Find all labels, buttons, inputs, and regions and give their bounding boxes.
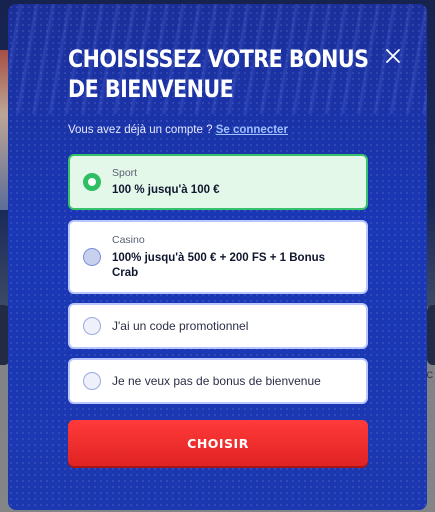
option-category-sport: Sport — [112, 167, 138, 179]
close-icon — [386, 49, 400, 63]
background-card-right — [427, 305, 435, 365]
modal-title-line2: DE BIENVENUE — [68, 75, 234, 103]
bonus-option-no-bonus[interactable]: Je ne veux pas de bonus de bienvenue — [68, 358, 368, 404]
bonus-option-casino[interactable]: Casino 100% jusqu'à 500 € + 200 FS + 1 B… — [68, 220, 368, 294]
option-text-no-bonus: Je ne veux pas de bonus de bienvenue — [112, 374, 321, 388]
close-button[interactable] — [383, 46, 403, 66]
radio-promo-code[interactable] — [83, 317, 101, 335]
choose-button[interactable]: CHOISIR — [68, 420, 368, 466]
option-text-sport: 100 % jusqu'à 100 € — [112, 184, 220, 196]
bonus-option-promo-code[interactable]: J'ai un code promotionnel — [68, 303, 368, 349]
option-category-casino: Casino — [112, 234, 145, 246]
bonus-option-sport[interactable]: Sport 100 % jusqu'à 100 € — [68, 154, 368, 210]
modal-title: CHOISISSEZ VOTRE BONUS DE BIENVENUE — [68, 44, 369, 104]
radio-casino[interactable] — [83, 248, 101, 266]
background-text-fragment: C — [426, 370, 434, 380]
radio-sport[interactable] — [83, 173, 101, 191]
welcome-bonus-modal: CHOISISSEZ VOTRE BONUS DE BIENVENUE Vous… — [8, 4, 427, 510]
account-prompt-text: Vous avez déjà un compte ? — [68, 124, 213, 136]
modal-title-line1: CHOISISSEZ VOTRE BONUS — [68, 45, 369, 73]
login-link[interactable]: Se connecter — [216, 124, 288, 136]
option-text-casino: 100% jusqu'à 500 € + 200 FS + 1 Bonus Cr… — [112, 252, 326, 279]
account-prompt: Vous avez déjà un compte ? Se connecter — [68, 124, 288, 136]
option-text-promo-code: J'ai un code promotionnel — [112, 319, 249, 333]
radio-no-bonus[interactable] — [83, 372, 101, 390]
